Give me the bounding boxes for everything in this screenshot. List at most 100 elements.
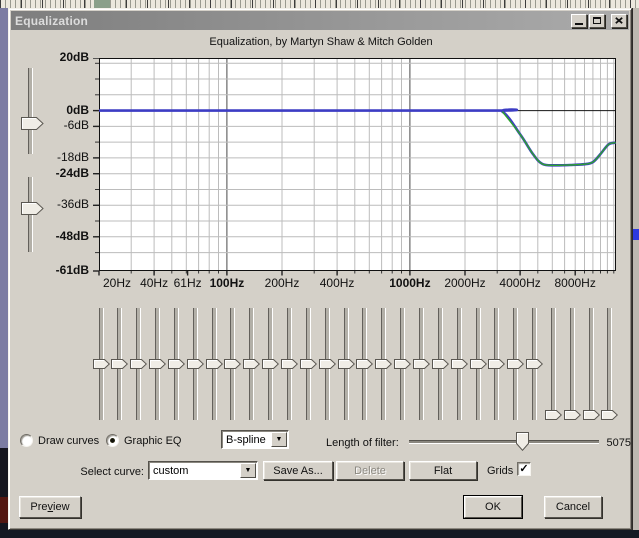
- eq-band-slider[interactable]: [337, 308, 356, 422]
- eq-band-slider[interactable]: [544, 308, 563, 422]
- slider-track[interactable]: [409, 440, 599, 444]
- eq-band-slider[interactable]: [242, 308, 261, 422]
- cancel-button[interactable]: Cancel: [544, 496, 602, 518]
- eq-band-slider[interactable]: [600, 308, 619, 422]
- background-left-panel-accent: [0, 497, 8, 523]
- interpolation-select[interactable]: B-spline: [221, 430, 289, 449]
- maximize-icon: [593, 17, 601, 24]
- eq-band-slider[interactable]: [563, 308, 582, 422]
- slider-thumb[interactable]: [582, 410, 600, 420]
- grids-label: Grids: [487, 465, 514, 477]
- slider-thumb[interactable]: [186, 359, 204, 369]
- eq-band-slider[interactable]: [205, 308, 224, 422]
- draw-curves-label[interactable]: Draw curves: [38, 435, 99, 447]
- eq-band-slider[interactable]: [299, 308, 318, 422]
- close-button[interactable]: [611, 13, 627, 28]
- eq-band-slider[interactable]: [374, 308, 393, 422]
- eq-band-slider[interactable]: [487, 308, 506, 422]
- maximize-button[interactable]: [589, 13, 605, 28]
- eq-band-slider[interactable]: [148, 308, 167, 422]
- slider-thumb[interactable]: [488, 359, 506, 369]
- eq-graph[interactable]: [91, 58, 624, 277]
- slider-thumb[interactable]: [337, 359, 355, 369]
- slider-thumb[interactable]: [469, 359, 487, 369]
- graphic-eq-radio[interactable]: [106, 434, 119, 447]
- slider-thumb[interactable]: [111, 359, 129, 369]
- dropdown-arrow-icon[interactable]: [240, 463, 256, 478]
- slider-thumb[interactable]: [601, 410, 619, 420]
- slider-thumb[interactable]: [356, 359, 374, 369]
- slider-track[interactable]: [569, 308, 575, 420]
- slider-thumb[interactable]: [21, 202, 44, 215]
- slider-thumb[interactable]: [412, 359, 430, 369]
- eq-band-slider[interactable]: [431, 308, 450, 422]
- slider-thumb[interactable]: [544, 410, 562, 420]
- minimize-button[interactable]: [571, 13, 587, 28]
- eq-band-slider[interactable]: [393, 308, 412, 422]
- slider-thumb[interactable]: [516, 432, 529, 452]
- select-curve-select[interactable]: custom: [148, 461, 258, 480]
- y-axis-tick-label: 0dB: [66, 102, 89, 117]
- eq-band-slider[interactable]: [355, 308, 374, 422]
- slider-thumb[interactable]: [507, 359, 525, 369]
- dialog-titlebar[interactable]: Equalization: [11, 11, 629, 30]
- draw-curves-radio[interactable]: [20, 434, 33, 447]
- slider-thumb[interactable]: [21, 117, 44, 130]
- ok-button[interactable]: OK: [464, 496, 522, 518]
- slider-thumb[interactable]: [262, 359, 280, 369]
- dialog-title: Equalization: [15, 13, 89, 28]
- grids-checkbox[interactable]: [517, 462, 531, 476]
- eq-band-slider[interactable]: [186, 308, 205, 422]
- slider-track[interactable]: [28, 68, 33, 154]
- slider-thumb[interactable]: [318, 359, 336, 369]
- slider-thumb[interactable]: [92, 359, 110, 369]
- slider-thumb[interactable]: [375, 359, 393, 369]
- slider-thumb[interactable]: [526, 359, 544, 369]
- preview-button[interactable]: Preview: [19, 496, 81, 518]
- minimize-icon: [575, 23, 583, 25]
- y-axis-tick-label: -48dB: [55, 228, 89, 243]
- eq-band-slider[interactable]: [469, 308, 488, 422]
- slider-thumb[interactable]: [394, 359, 412, 369]
- slider-thumb[interactable]: [563, 410, 581, 420]
- slider-thumb[interactable]: [299, 359, 317, 369]
- close-icon: [615, 17, 623, 24]
- eq-band-slider[interactable]: [582, 308, 601, 422]
- eq-band-slider[interactable]: [129, 308, 148, 422]
- slider-thumb[interactable]: [281, 359, 299, 369]
- eq-band-slider[interactable]: [110, 308, 129, 422]
- eq-band-slider[interactable]: [223, 308, 242, 422]
- delete-button[interactable]: Delete: [336, 461, 404, 480]
- eq-band-slider[interactable]: [167, 308, 186, 422]
- slider-thumb[interactable]: [167, 359, 185, 369]
- flat-button[interactable]: Flat: [409, 461, 477, 480]
- slider-thumb[interactable]: [243, 359, 261, 369]
- slider-thumb[interactable]: [224, 359, 242, 369]
- save-as-button[interactable]: Save As...: [263, 461, 333, 480]
- slider-thumb[interactable]: [431, 359, 449, 369]
- y-axis-tick-label: -61dB: [55, 262, 89, 277]
- slider-thumb[interactable]: [149, 359, 167, 369]
- graphic-eq-label[interactable]: Graphic EQ: [124, 435, 181, 447]
- slider-thumb[interactable]: [130, 359, 148, 369]
- eq-band-slider[interactable]: [92, 308, 111, 422]
- eq-band-slider[interactable]: [318, 308, 337, 422]
- background-left-panel-dark: [0, 448, 8, 538]
- filter-length-value: 5075: [606, 437, 631, 449]
- select-curve-value: custom: [153, 464, 189, 477]
- background-scroll-marker: [633, 229, 639, 240]
- y-axis-tick-label: -24dB: [55, 165, 89, 180]
- slider-track[interactable]: [550, 308, 556, 420]
- eq-band-slider[interactable]: [450, 308, 469, 422]
- dropdown-arrow-icon[interactable]: [271, 432, 287, 447]
- eq-band-slider[interactable]: [261, 308, 280, 422]
- eq-band-slider[interactable]: [280, 308, 299, 422]
- slider-track[interactable]: [607, 308, 613, 420]
- eq-band-slider[interactable]: [506, 308, 525, 422]
- slider-thumb[interactable]: [450, 359, 468, 369]
- eq-band-slider[interactable]: [412, 308, 431, 422]
- slider-thumb[interactable]: [205, 359, 223, 369]
- slider-track[interactable]: [588, 308, 594, 420]
- eq-band-slider[interactable]: [525, 308, 544, 422]
- select-curve-label: Select curve:: [80, 466, 144, 478]
